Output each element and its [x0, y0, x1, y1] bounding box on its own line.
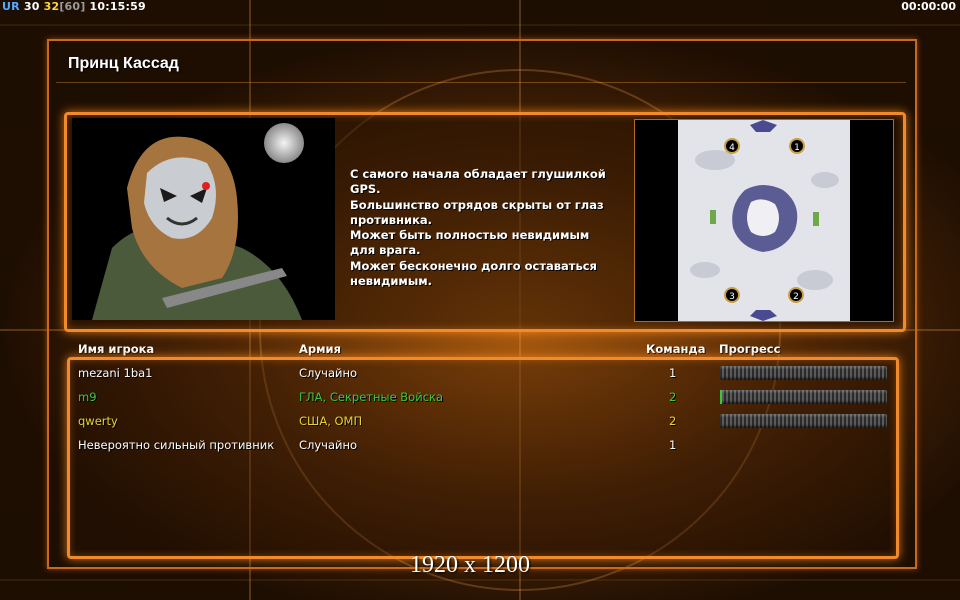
general-description: С самого начала обладает глушилкой GPS. …	[350, 167, 606, 289]
general-portrait	[72, 118, 335, 320]
start-position-2-icon: 2	[788, 287, 804, 303]
fps-cap: [60]	[59, 0, 86, 13]
start-label: 1	[794, 143, 800, 153]
fps-value-2: 32	[43, 0, 60, 13]
header-army: Армия	[299, 342, 341, 356]
resolution-label: 1920 x 1200	[410, 552, 530, 578]
player-name: Невероятно сильный противник	[78, 438, 275, 452]
players-table	[67, 357, 899, 559]
map-preview[interactable]: 4 1 3 2	[634, 119, 894, 322]
player-name: mezani 1ba1	[78, 366, 153, 380]
player-name: qwerty	[78, 414, 118, 428]
player-army: Случайно	[299, 366, 358, 380]
progress-bar	[720, 414, 887, 428]
header-team: Команда	[646, 342, 706, 356]
header-progress: Прогресс	[719, 342, 781, 356]
player-army: США, ОМП	[299, 414, 363, 428]
game-timer: 00:00:00	[901, 0, 956, 13]
start-label: 3	[729, 292, 735, 302]
fps-counter: UR 30 32[60] 10:15:59	[2, 0, 146, 13]
start-position-3-icon: 3	[724, 287, 740, 303]
player-team: 1	[669, 366, 677, 380]
clock: 10:15:59	[89, 0, 146, 13]
header-player-name: Имя игрока	[78, 342, 155, 356]
player-army: Случайно	[299, 438, 358, 452]
progress-fill	[720, 390, 722, 404]
divider	[56, 82, 906, 83]
start-label: 4	[729, 143, 735, 153]
player-army: ГЛА, Секретные Войска	[299, 390, 444, 404]
start-position-4-icon: 4	[724, 138, 740, 154]
general-title: Принц Кассад	[68, 55, 179, 72]
progress-bar	[720, 366, 887, 380]
start-label: 2	[793, 292, 799, 302]
start-position-1-icon: 1	[789, 138, 805, 154]
ur-label: UR	[2, 0, 20, 13]
progress-bar	[720, 390, 887, 404]
player-team: 1	[669, 438, 677, 452]
player-team: 2	[669, 414, 677, 428]
player-team: 2	[669, 390, 677, 404]
player-name: m9	[78, 390, 97, 404]
fps-value: 30	[23, 0, 40, 13]
